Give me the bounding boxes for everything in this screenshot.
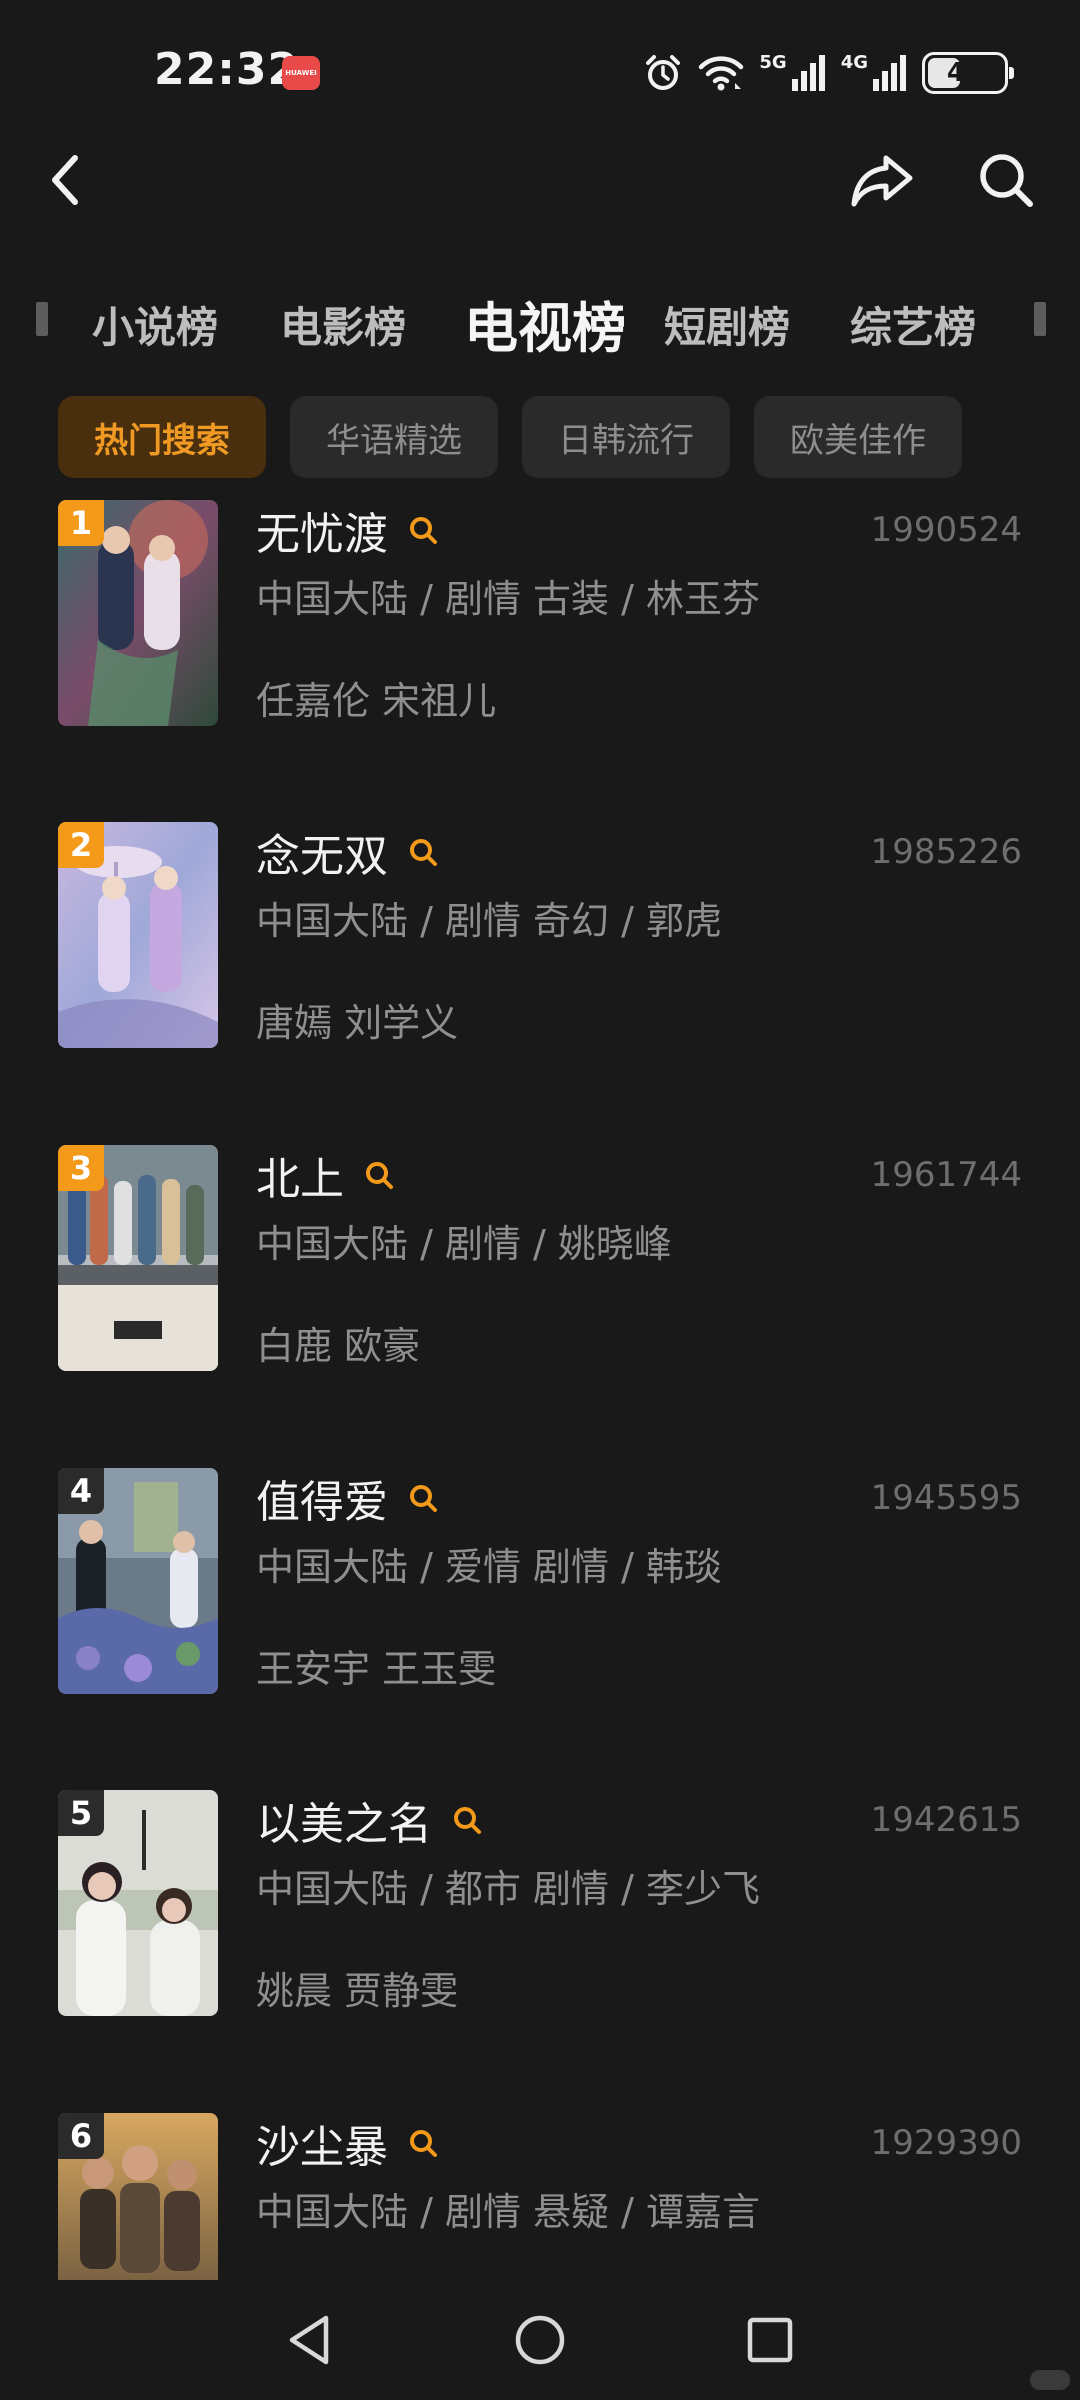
search-icon[interactable] [452,1805,482,1835]
list-item[interactable]: 2 念无双 1985226 中国大陆 / 剧情 奇幻 / 郭虎 唐嫣 刘学义 [0,822,1080,1062]
search-icon[interactable] [408,1483,438,1513]
chevron-left-icon [52,155,78,205]
title-row: 北上 [256,1145,394,1205]
title-row: 无忧渡 [256,500,438,560]
battery-percent: 43 [946,58,984,88]
item-meta: 中国大陆 / 剧情 / 姚晓峰 [256,1222,672,1266]
item-meta: 中国大陆 / 爱情 剧情 / 韩琰 [256,1545,723,1589]
list-item[interactable]: 3 北上 1961744 中国大陆 / 剧情 / 姚晓峰 白鹿 欧豪 [0,1145,1080,1385]
item-cast: 王安宇 王玉雯 [256,1647,497,1691]
poster-image: 3 [58,1145,218,1371]
square-recent-icon [747,2317,793,2363]
poster-image: 6 [58,2113,218,2280]
search-icon [980,154,1033,207]
system-recent-button[interactable] [730,2300,810,2380]
item-cast: 唐嫣 刘学义 [256,1001,459,1045]
back-button[interactable] [30,140,100,220]
poster-image: 5 [58,1790,218,2016]
tab-tv-ranking[interactable]: 电视榜 [464,284,626,363]
rank-badge: 2 [58,822,104,868]
list-item[interactable]: 4 值得爱 1945595 中国大陆 / 爱情 剧情 / 韩琰 王安宇 王玉雯 [0,1468,1080,1708]
heat-value: 1942615 [870,1800,1022,1840]
poster-image: 4 [58,1468,218,1694]
heat-value: 1929390 [870,2123,1022,2163]
sub-tabs: 热门搜索 华语精选 日韩流行 欧美佳作 [58,396,962,478]
chip-western-works[interactable]: 欧美佳作 [754,396,962,478]
search-icon[interactable] [408,837,438,867]
triangle-back-icon [289,2315,329,2365]
chip-chinese-selection[interactable]: 华语精选 [290,396,498,478]
tab-overflow-right [1034,302,1046,336]
tab-overflow-left [36,302,48,336]
poster-image: 2 [58,822,218,1048]
circle-home-icon [515,2315,565,2365]
search-icon[interactable] [364,1160,394,1190]
heat-value: 1985226 [870,832,1022,872]
item-title: 北上 [256,1154,344,1205]
category-tabs: 小说榜 电影榜 电视榜 短剧榜 综艺榜 [0,270,1080,380]
item-cast: 白鹿 欧豪 [256,1324,421,1368]
battery-indicator: 43 [922,52,1014,94]
search-button[interactable] [966,140,1046,220]
item-title: 以美之名 [256,1799,432,1850]
heat-value: 1945595 [870,1478,1022,1518]
tab-movie-ranking[interactable]: 电影榜 [280,294,406,355]
wifi-icon [699,56,744,91]
rank-badge: 6 [58,2113,104,2159]
list-item[interactable]: 5 以美之名 1942615 中国大陆 / 都市 剧情 / 李少飞 姚晨 贾静雯 [0,1790,1080,2030]
title-row: 念无双 [256,822,438,882]
status-time: 22:32 [154,44,300,95]
list-item[interactable]: 1 无忧渡 1990524 中国大陆 / 剧情 古装 / 林玉芬 任嘉伦 宋祖儿 [0,500,1080,740]
heat-value: 1990524 [870,510,1022,550]
title-row: 以美之名 [256,1790,482,1850]
tab-novel-ranking[interactable]: 小说榜 [92,294,218,355]
alarm-icon [646,55,681,90]
item-title: 沙尘暴 [256,2122,388,2173]
list-item[interactable]: 6 沙尘暴 1929390 中国大陆 / 剧情 悬疑 / 谭嘉言 [0,2113,1080,2280]
item-meta: 中国大陆 / 剧情 古装 / 林玉芬 [256,577,761,621]
item-title: 值得爱 [256,1477,388,1528]
share-button[interactable] [842,140,922,220]
item-meta: 中国大陆 / 剧情 奇幻 / 郭虎 [256,899,723,943]
tab-variety-ranking[interactable]: 综艺榜 [850,294,976,355]
title-row: 值得爱 [256,1468,438,1528]
network-5g-label: 5G [759,52,787,73]
rank-badge: 5 [58,1790,104,1836]
rank-badge: 4 [58,1468,104,1514]
title-row: 沙尘暴 [256,2113,438,2173]
tab-short-drama-ranking[interactable]: 短剧榜 [664,294,790,355]
heat-value: 1961744 [870,1155,1022,1195]
share-icon [851,155,913,207]
system-back-button[interactable] [270,2300,350,2380]
ranking-list: 1 无忧渡 1990524 中国大陆 / 剧情 古装 / 林玉芬 任嘉伦 宋祖儿 [0,500,1080,2280]
screen: 22:32 HUAWEI 5G 4G 43 小说榜 电影榜 电视榜 短剧榜 综艺… [0,0,1080,2400]
watermark-badge [1030,2370,1070,2390]
huawei-notification-icon: HUAWEI [282,56,320,90]
item-title: 无忧渡 [256,509,388,560]
item-cast: 任嘉伦 宋祖儿 [256,679,497,723]
item-cast: 姚晨 贾静雯 [256,1969,459,2013]
signal-4g-icon [873,55,906,91]
item-meta: 中国大陆 / 剧情 悬疑 / 谭嘉言 [256,2190,761,2234]
battery-tip [1009,67,1014,79]
rank-badge: 3 [58,1145,104,1191]
item-title: 念无双 [256,831,388,882]
status-bar: 22:32 HUAWEI 5G 4G 43 [0,0,1080,140]
system-home-button[interactable] [500,2300,580,2380]
search-icon[interactable] [408,2128,438,2158]
chip-jp-kr-popular[interactable]: 日韩流行 [522,396,730,478]
poster-image: 1 [58,500,218,726]
item-meta: 中国大陆 / 都市 剧情 / 李少飞 [256,1867,761,1911]
status-icons: 5G 4G 43 [643,50,1014,96]
chip-hot-search[interactable]: 热门搜索 [58,396,266,478]
system-navigation-bar [0,2280,1080,2400]
signal-5g-icon [791,55,825,91]
network-4g-label: 4G [840,52,868,73]
top-nav [0,140,1080,260]
search-icon[interactable] [408,515,438,545]
rank-badge: 1 [58,500,104,546]
